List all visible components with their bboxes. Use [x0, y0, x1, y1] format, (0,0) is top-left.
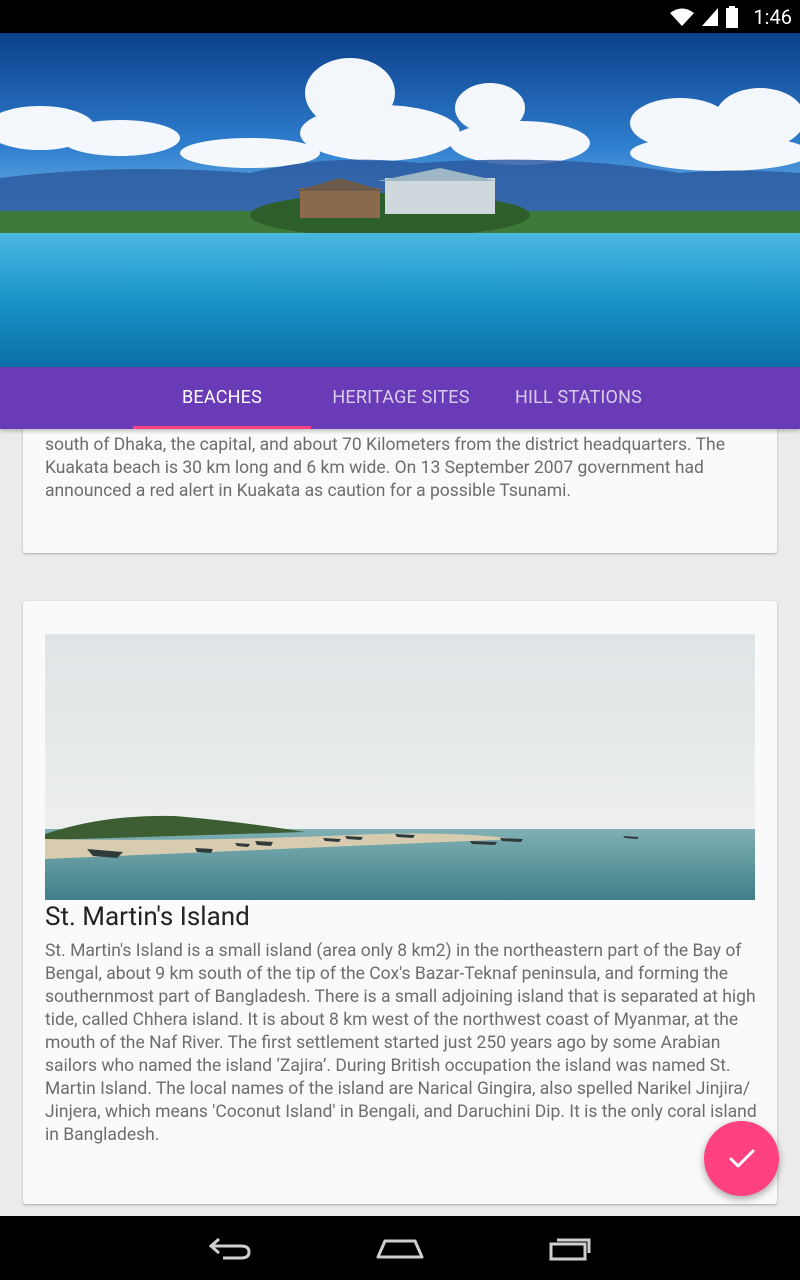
- recents-icon: [549, 1238, 591, 1261]
- place-card-kuakata[interactable]: south of Dhaka, the capital, and about 7…: [23, 429, 777, 553]
- back-icon: [208, 1237, 251, 1260]
- status-time: 1:46: [753, 5, 792, 29]
- status-bar: 1:46: [0, 0, 800, 33]
- fab-check-button[interactable]: [704, 1121, 779, 1196]
- tab-heritage-sites[interactable]: HERITAGE SITES: [311, 367, 491, 429]
- card-description: St. Martin's Island is a small island (a…: [45, 941, 757, 1145]
- recents-button[interactable]: [540, 1228, 600, 1268]
- hero-image: [0, 33, 800, 367]
- cell-signal-icon: [702, 8, 719, 26]
- app-screen: 1:46 BEACHES HERITAGE SITES HILL STATION…: [0, 0, 800, 1280]
- battery-icon: [726, 6, 739, 28]
- card-list[interactable]: south of Dhaka, the capital, and about 7…: [0, 429, 800, 1216]
- home-icon: [376, 1239, 424, 1259]
- card-image: [45, 634, 755, 900]
- navigation-bar: [0, 1216, 800, 1280]
- tab-bar: BEACHES HERITAGE SITES HILL STATIONS: [0, 367, 800, 429]
- home-button[interactable]: [370, 1228, 430, 1268]
- card-title: St. Martin's Island: [45, 902, 250, 932]
- back-button[interactable]: [200, 1228, 260, 1268]
- wifi-icon: [670, 8, 695, 26]
- tab-indicator: [133, 426, 311, 429]
- check-icon: [729, 1149, 754, 1167]
- status-icons: 1:46: [669, 4, 792, 30]
- tab-hill-stations[interactable]: HILL STATIONS: [491, 367, 666, 429]
- tab-beaches[interactable]: BEACHES: [133, 367, 311, 429]
- place-card-st-martins[interactable]: St. Martin's Island St. Martin's Island …: [23, 601, 777, 1204]
- card-description: south of Dhaka, the capital, and about 7…: [45, 435, 725, 501]
